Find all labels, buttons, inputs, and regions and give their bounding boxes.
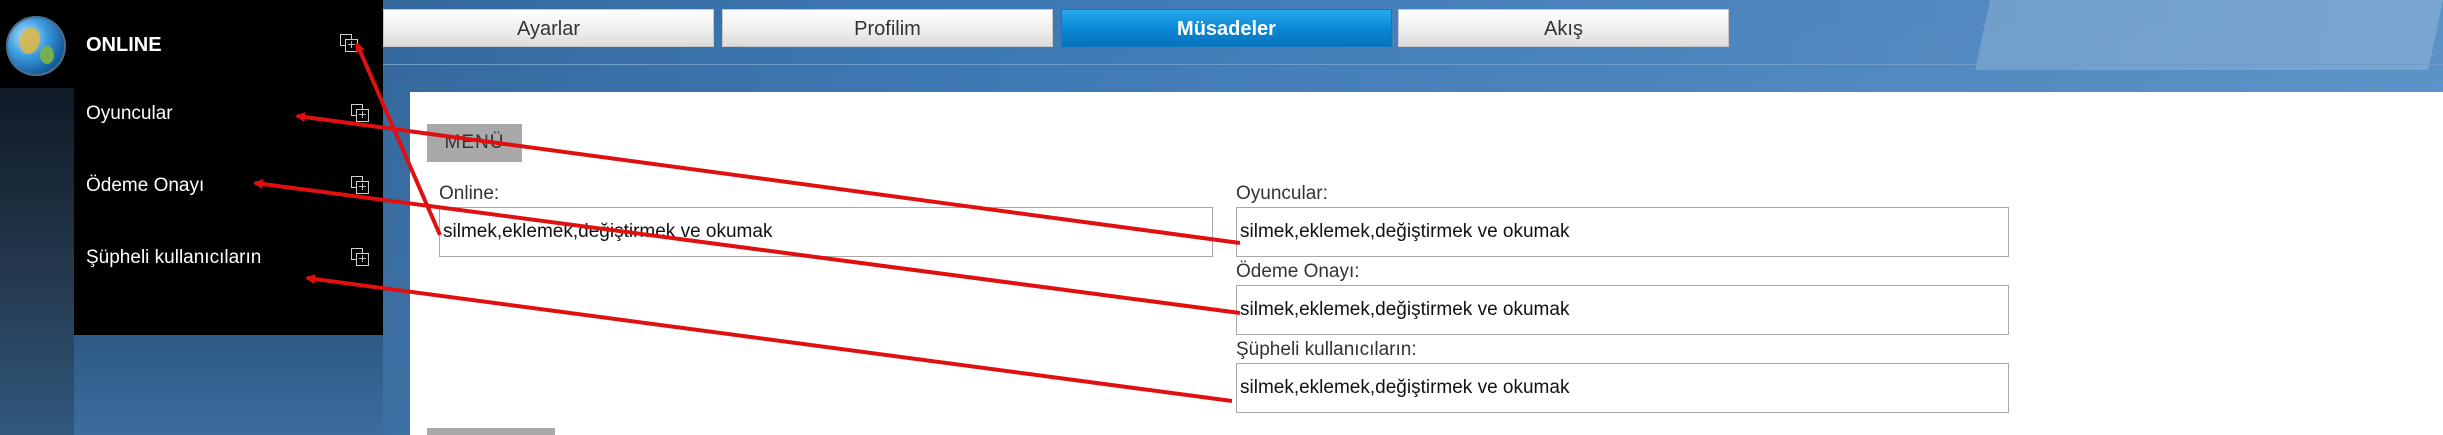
arrow-supheli-kullanicilar: [305, 274, 1233, 403]
arrow-odeme-onayi: [253, 179, 1241, 315]
annotation-arrows: [253, 42, 1241, 403]
arrow-oyuncular: [295, 112, 1241, 245]
